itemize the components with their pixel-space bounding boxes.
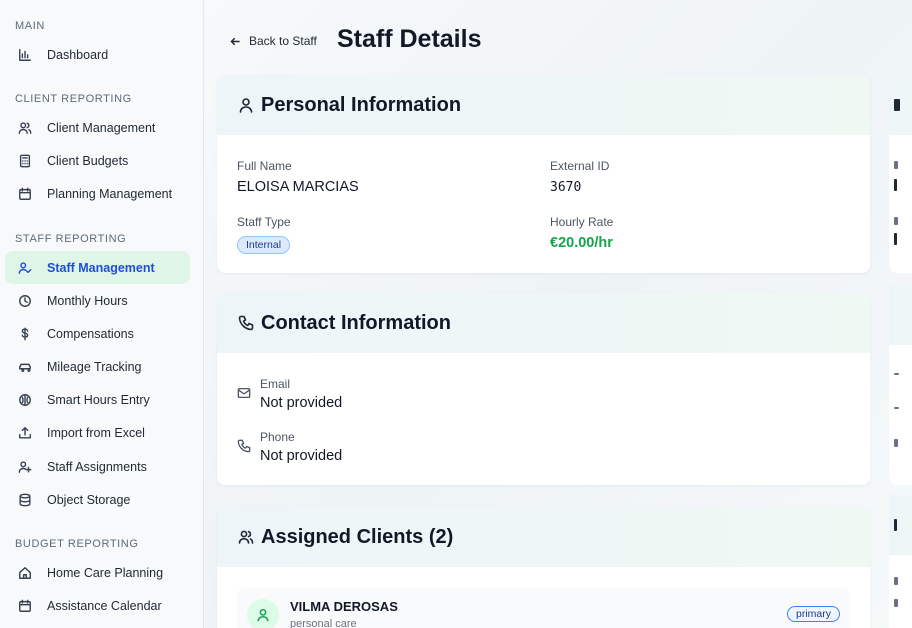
clock-icon — [17, 293, 33, 309]
car-icon — [17, 359, 33, 375]
section-title-client-reporting: CLIENT REPORTING — [15, 93, 132, 105]
sidebar-item-label: Compensations — [47, 326, 134, 341]
external-id-value: 3670 — [550, 180, 582, 195]
sidebar-item-label: Client Management — [47, 120, 156, 135]
full-name-label: Full Name — [237, 159, 292, 173]
dollar-icon — [17, 326, 33, 342]
staff-type-badge: Internal — [237, 236, 291, 254]
database-icon — [17, 492, 33, 508]
sidebar-item-assistance-calendar[interactable]: Assistance Calendar — [5, 589, 190, 622]
sidebar-item-label: Staff Management — [47, 260, 155, 275]
staff-type-label: Staff Type — [237, 215, 291, 229]
sidebar-item-mileage-tracking[interactable]: Mileage Tracking — [5, 350, 190, 383]
sidebar-item-planning-management[interactable]: Planning Management — [5, 177, 190, 210]
contact-info-header: Contact Information — [217, 293, 870, 353]
sidebar: MAIN Dashboard CLIENT REPORTING Client M… — [0, 0, 204, 628]
user-icon — [239, 98, 253, 113]
sidebar-item-compensations[interactable]: Compensations — [5, 317, 190, 350]
sidebar-item-label: Monthly Hours — [47, 293, 128, 308]
contact-info-card: Contact Information Email Not provided P… — [217, 293, 870, 485]
phone-icon — [237, 439, 251, 453]
client-service-type: personal care — [290, 618, 357, 628]
client-role-badge: primary — [786, 606, 840, 622]
page-title: Staff Details — [337, 25, 482, 53]
avatar — [247, 599, 279, 628]
sidebar-item-staff-assignments[interactable]: Staff Assignments — [5, 450, 190, 483]
calendar-icon — [17, 186, 33, 202]
upload-icon — [17, 425, 33, 441]
right-column-card-3 — [889, 495, 912, 628]
phone-icon — [238, 315, 254, 331]
email-label: Email — [260, 377, 291, 391]
right-column-card-2 — [889, 285, 912, 485]
external-id-label: External ID — [550, 159, 610, 173]
hourly-rate-value: €20.00/hr — [550, 235, 613, 251]
assigned-clients-card: Assigned Clients (2) VILMA DEROSAS perso… — [217, 507, 870, 628]
email-value: Not provided — [260, 395, 343, 411]
client-list-item[interactable]: VILMA DEROSAS personal care primary — [237, 587, 850, 628]
right-column-card-1 — [889, 75, 912, 273]
user-icon — [257, 608, 269, 622]
sidebar-item-label: Object Storage — [47, 492, 131, 507]
main-content: Back to Staff Staff Details Personal Inf… — [205, 0, 912, 628]
users-icon — [17, 120, 33, 136]
sidebar-item-client-budgets[interactable]: Client Budgets — [5, 144, 190, 177]
sidebar-item-smart-hours-entry[interactable]: Smart Hours Entry — [5, 383, 190, 416]
phone-label: Phone — [260, 430, 295, 444]
mail-icon — [237, 386, 251, 400]
sidebar-item-label: Mileage Tracking — [47, 359, 142, 374]
section-title-budget-reporting: BUDGET REPORTING — [15, 538, 139, 550]
sidebar-item-label: Planning Management — [47, 186, 173, 201]
full-name-value: ELOISA MARCIAS — [237, 179, 359, 195]
personal-info-card: Personal Information Full Name ELOISA MA… — [217, 75, 870, 273]
section-title-main: MAIN — [15, 20, 45, 32]
hourly-rate-label: Hourly Rate — [550, 215, 614, 229]
back-link-label: Back to Staff — [249, 34, 317, 48]
sidebar-item-home-care-planning[interactable]: Home Care Planning — [5, 556, 190, 589]
sidebar-item-object-storage[interactable]: Object Storage — [5, 483, 190, 516]
user-check-icon — [17, 260, 33, 276]
sidebar-item-client-management[interactable]: Client Management — [5, 111, 190, 144]
arrow-left-icon — [230, 37, 240, 45]
assigned-clients-header: Assigned Clients (2) — [217, 507, 870, 567]
user-plus-icon — [17, 459, 33, 475]
phone-value: Not provided — [260, 448, 343, 464]
assigned-clients-title: Assigned Clients (2) — [261, 525, 454, 548]
sidebar-item-label: Assistance Calendar — [47, 598, 162, 613]
bar-chart-icon — [17, 47, 33, 63]
sidebar-item-label: Client Budgets — [47, 153, 129, 168]
sidebar-item-label: Dashboard — [47, 47, 109, 62]
section-title-staff-reporting: STAFF REPORTING — [15, 233, 127, 245]
users-icon — [238, 530, 254, 544]
client-name: VILMA DEROSAS — [290, 599, 398, 614]
sidebar-item-label: Home Care Planning — [47, 565, 164, 580]
sidebar-item-label: Smart Hours Entry — [47, 392, 150, 407]
brain-icon — [17, 392, 33, 408]
sidebar-item-label: Staff Assignments — [47, 459, 147, 474]
home-icon — [17, 565, 33, 581]
calculator-icon — [17, 153, 33, 169]
personal-info-title: Personal Information — [261, 93, 462, 116]
calendar-icon — [17, 598, 33, 614]
personal-info-header: Personal Information — [217, 75, 870, 135]
sidebar-item-monthly-hours[interactable]: Monthly Hours — [5, 284, 190, 317]
sidebar-item-label: Import from Excel — [47, 425, 145, 440]
sidebar-item-staff-management[interactable]: Staff Management — [5, 251, 190, 284]
sidebar-item-dashboard[interactable]: Dashboard — [5, 38, 190, 71]
contact-info-title: Contact Information — [261, 311, 451, 334]
sidebar-item-import-from-excel[interactable]: Import from Excel — [5, 416, 190, 449]
back-to-staff-link[interactable]: Back to Staff — [229, 31, 317, 51]
